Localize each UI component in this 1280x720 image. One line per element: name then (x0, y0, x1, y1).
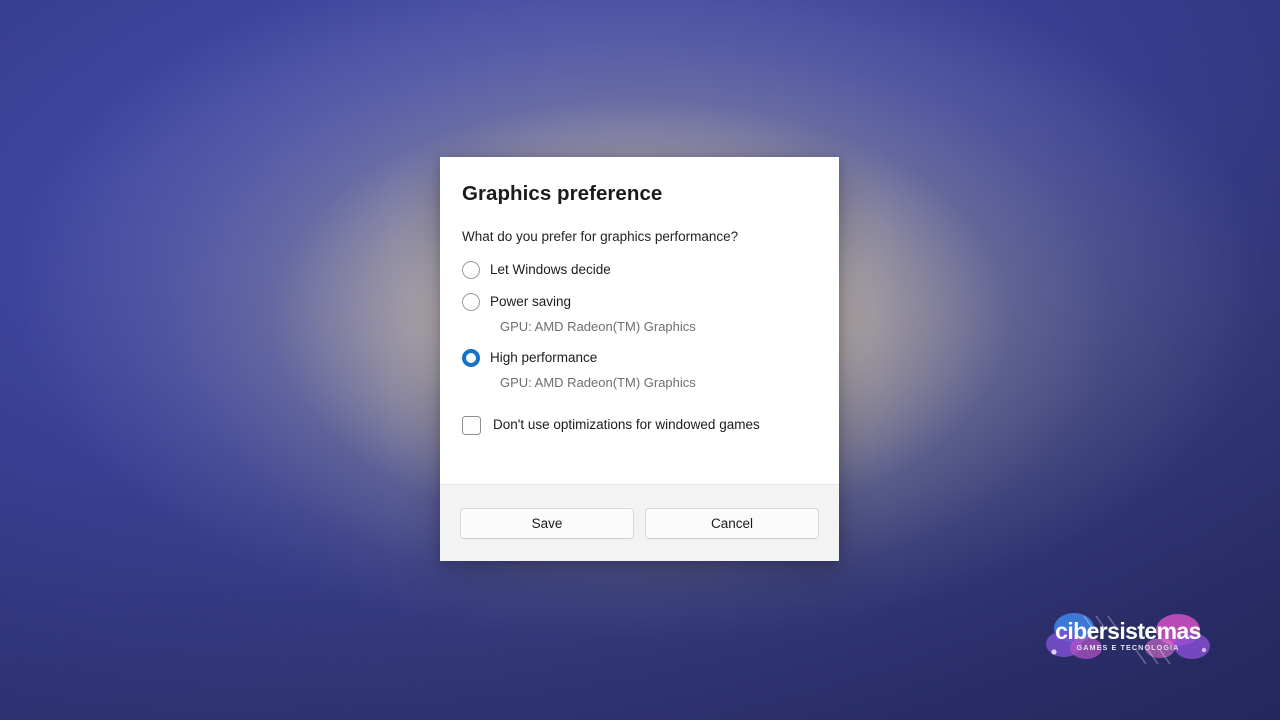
radio-label: Let Windows decide (490, 262, 611, 278)
graphics-preference-dialog: Graphics preference What do you prefer f… (440, 157, 839, 561)
radio-option-high-performance[interactable]: High performance (462, 345, 817, 370)
dialog-footer: Save Cancel (440, 484, 839, 561)
graphics-preference-radio-group: Let Windows decide Power saving GPU: AMD… (462, 257, 817, 392)
radio-option-let-windows-decide[interactable]: Let Windows decide (462, 257, 817, 282)
radio-label: High performance (490, 350, 598, 366)
checkbox-label: Don't use optimizations for windowed gam… (493, 417, 760, 433)
cancel-button[interactable]: Cancel (645, 507, 819, 539)
radio-checked-icon[interactable] (462, 348, 480, 367)
save-button[interactable]: Save (460, 507, 634, 539)
gpu-description-power-saving: GPU: AMD Radeon(TM) Graphics (500, 319, 696, 335)
dialog-subtitle: What do you prefer for graphics performa… (462, 228, 739, 244)
radio-option-power-saving[interactable]: Power saving (462, 289, 817, 314)
page-title: Graphics preference (462, 182, 663, 205)
radio-unchecked-icon[interactable] (462, 260, 480, 279)
checkbox-unchecked-icon[interactable] (462, 415, 481, 435)
windowed-games-checkbox-row[interactable]: Don't use optimizations for windowed gam… (462, 413, 817, 437)
radio-label: Power saving (490, 294, 572, 310)
dialog-body: Graphics preference What do you prefer f… (440, 157, 839, 484)
gpu-description-high-performance: GPU: AMD Radeon(TM) Graphics (500, 375, 696, 391)
radio-unchecked-icon[interactable] (462, 292, 480, 311)
